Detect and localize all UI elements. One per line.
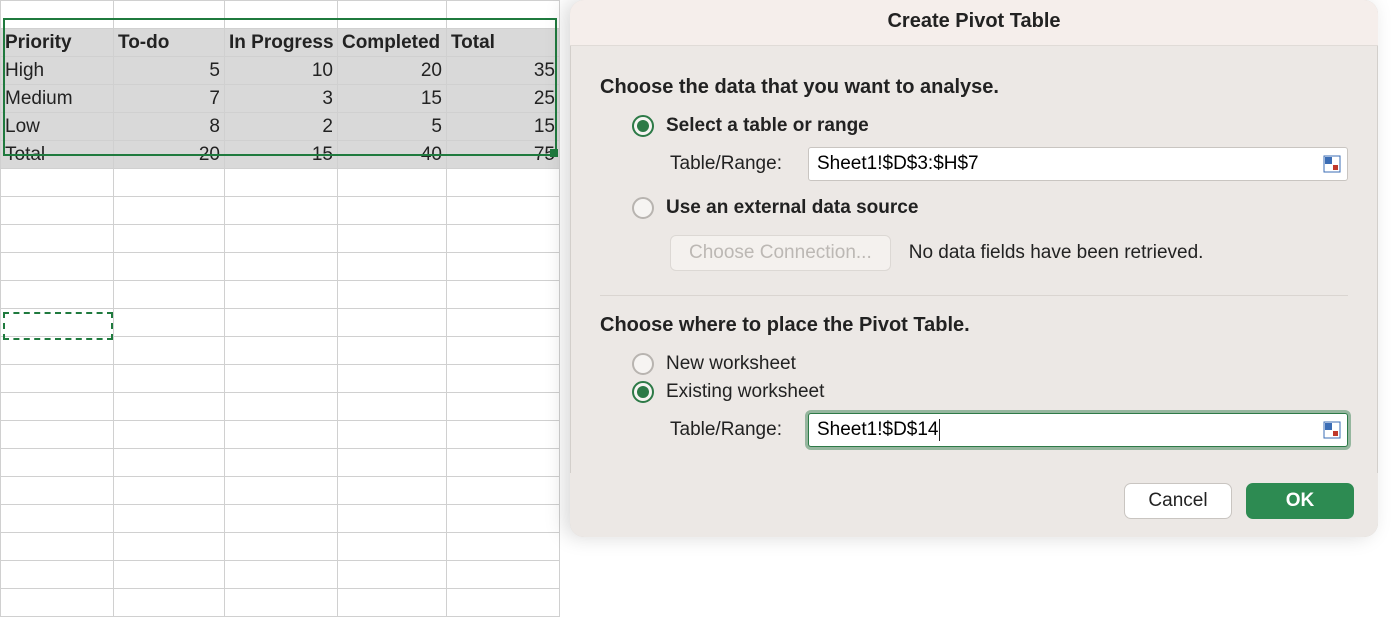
row-label[interactable]: High (1, 57, 114, 85)
data-table[interactable]: Priority To-do In Progress Completed Tot… (0, 0, 560, 617)
radio-external-source[interactable] (632, 197, 654, 219)
table-row: Total 20 15 40 75 (1, 141, 560, 169)
option-new-worksheet-label: New worksheet (666, 353, 796, 375)
cell[interactable]: 15 (224, 141, 337, 169)
section-choose-placement: Choose where to place the Pivot Table. (600, 314, 1348, 337)
cell[interactable]: 75 (446, 141, 559, 169)
dialog-title: Create Pivot Table (570, 0, 1378, 46)
table-blank-row (1, 169, 560, 197)
radio-existing-worksheet[interactable] (632, 381, 654, 403)
table-blank-row (1, 449, 560, 477)
table-row: High 5 10 20 35 (1, 57, 560, 85)
table-header-row: Priority To-do In Progress Completed Tot… (1, 29, 560, 57)
cancel-button[interactable]: Cancel (1124, 483, 1232, 519)
text-caret (939, 419, 940, 441)
table-blank-row (1, 477, 560, 505)
radio-select-range[interactable] (632, 115, 654, 137)
cell[interactable]: 3 (224, 85, 337, 113)
cell[interactable]: 2 (224, 113, 337, 141)
table-blank-row (1, 533, 560, 561)
table-blank-row (1, 589, 560, 617)
cell[interactable]: 40 (337, 141, 446, 169)
spreadsheet[interactable]: Priority To-do In Progress Completed Tot… (0, 0, 560, 620)
option-select-range-row[interactable]: Select a table or range (632, 115, 1348, 137)
table-blank-row (1, 337, 560, 365)
cell[interactable]: 20 (337, 57, 446, 85)
destination-range-field[interactable] (808, 413, 1348, 447)
table-range-label: Table/Range: (670, 153, 808, 175)
row-label[interactable]: Total (1, 141, 114, 169)
option-select-range-label: Select a table or range (666, 115, 869, 137)
table-blank-row (1, 253, 560, 281)
cell[interactable]: 8 (114, 113, 225, 141)
col-total[interactable]: Total (446, 29, 559, 57)
table-blank-row (1, 365, 560, 393)
ok-button[interactable]: OK (1246, 483, 1354, 519)
option-external-label: Use an external data source (666, 197, 918, 219)
table-blank-row (1, 225, 560, 253)
cell[interactable]: 15 (446, 113, 559, 141)
table-blank-row (1, 561, 560, 589)
cell[interactable]: 25 (446, 85, 559, 113)
destination-range-label: Table/Range: (670, 419, 808, 441)
table-blank-row (1, 505, 560, 533)
table-blank-row (1, 421, 560, 449)
row-label[interactable]: Medium (1, 85, 114, 113)
destination-range-input[interactable] (809, 415, 1347, 445)
range-picker-icon[interactable] (1323, 421, 1341, 439)
col-priority[interactable]: Priority (1, 29, 114, 57)
col-inprogress[interactable]: In Progress (224, 29, 337, 57)
option-existing-worksheet-label: Existing worksheet (666, 381, 824, 403)
cell[interactable]: 35 (446, 57, 559, 85)
section-choose-data: Choose the data that you want to analyse… (600, 76, 1348, 99)
row-label[interactable]: Low (1, 113, 114, 141)
table-blank-row (1, 393, 560, 421)
table-blank-row (1, 309, 560, 337)
cell[interactable]: 5 (337, 113, 446, 141)
cell[interactable]: 10 (224, 57, 337, 85)
table-blank-row (1, 1, 560, 29)
table-row: Low 8 2 5 15 (1, 113, 560, 141)
table-range-input[interactable] (809, 149, 1347, 179)
option-existing-worksheet-row[interactable]: Existing worksheet (632, 381, 1348, 403)
no-data-fields-message: No data fields have been retrieved. (909, 242, 1204, 264)
range-picker-icon[interactable] (1323, 155, 1341, 173)
cell[interactable]: 7 (114, 85, 225, 113)
radio-new-worksheet[interactable] (632, 353, 654, 375)
table-blank-row (1, 197, 560, 225)
cell[interactable]: 20 (114, 141, 225, 169)
cell[interactable]: 15 (337, 85, 446, 113)
cell[interactable]: 5 (114, 57, 225, 85)
col-completed[interactable]: Completed (337, 29, 446, 57)
option-external-row[interactable]: Use an external data source (632, 197, 1348, 219)
create-pivot-table-dialog: Create Pivot Table Choose the data that … (570, 0, 1378, 537)
table-row: Medium 7 3 15 25 (1, 85, 560, 113)
table-range-field[interactable] (808, 147, 1348, 181)
table-blank-row (1, 281, 560, 309)
divider (600, 295, 1348, 296)
option-new-worksheet-row[interactable]: New worksheet (632, 353, 1348, 375)
col-todo[interactable]: To-do (114, 29, 225, 57)
choose-connection-button: Choose Connection... (670, 235, 891, 271)
